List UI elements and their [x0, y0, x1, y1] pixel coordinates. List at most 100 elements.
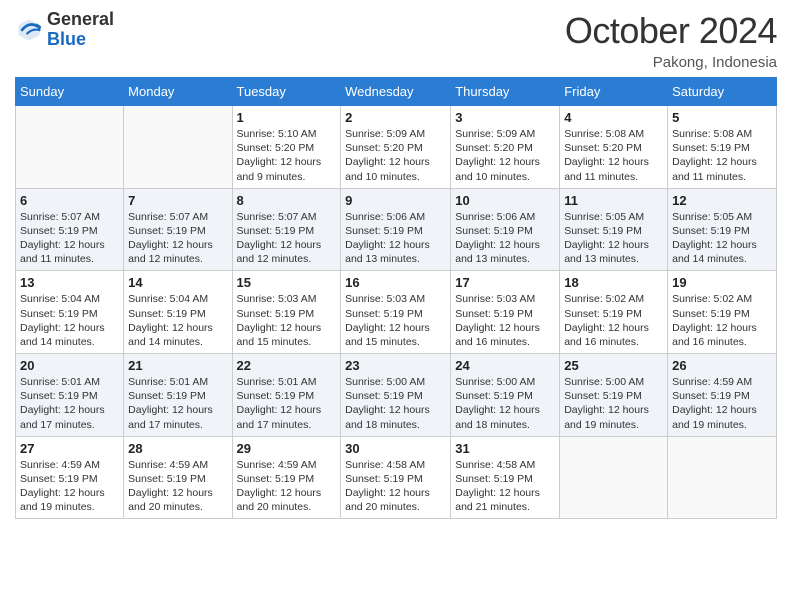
day-number: 19 [672, 275, 772, 290]
day-number: 22 [237, 358, 337, 373]
day-info: Sunrise: 5:04 AMSunset: 5:19 PMDaylight:… [128, 292, 227, 349]
calendar-cell: 5Sunrise: 5:08 AMSunset: 5:19 PMDaylight… [668, 106, 777, 189]
day-number: 6 [20, 193, 119, 208]
calendar-week-row: 6 Sunrise: 5:07 AMSunset: 5:19 PMDaylight… [16, 188, 777, 271]
day-number: 15 [237, 275, 337, 290]
day-number: 1 [237, 110, 337, 125]
calendar-cell [560, 436, 668, 519]
logo-blue: Blue [47, 30, 114, 50]
day-info: Sunrise: 5:05 AMSunset: 5:19 PMDaylight:… [564, 210, 663, 267]
logo-text: General Blue [47, 10, 114, 50]
calendar-cell: 8Sunrise: 5:07 AMSunset: 5:19 PMDaylight… [232, 188, 341, 271]
calendar-cell: 19 Sunrise: 5:02 AMSunset: 5:19 PMDayligh… [668, 271, 777, 354]
calendar-cell: 16 Sunrise: 5:03 AMSunset: 5:19 PMDayligh… [341, 271, 451, 354]
day-number: 16 [345, 275, 446, 290]
logo-icon [15, 16, 43, 44]
day-info: Sunrise: 4:59 AMSunset: 5:19 PMDaylight:… [237, 458, 337, 515]
calendar-cell: 13 Sunrise: 5:04 AMSunset: 5:19 PMDayligh… [16, 271, 124, 354]
day-info: Sunrise: 5:00 AMSunset: 5:19 PMDaylight:… [345, 375, 446, 432]
day-number: 30 [345, 441, 446, 456]
calendar-cell: 11 Sunrise: 5:05 AMSunset: 5:19 PMDayligh… [560, 188, 668, 271]
calendar-cell: 15Sunrise: 5:03 AMSunset: 5:19 PMDayligh… [232, 271, 341, 354]
day-info: Sunrise: 5:00 AMSunset: 5:19 PMDaylight:… [455, 375, 555, 432]
day-info: Sunrise: 5:07 AMSunset: 5:19 PMDaylight:… [20, 210, 119, 267]
day-info: Sunrise: 5:01 AMSunset: 5:19 PMDaylight:… [237, 375, 337, 432]
day-info: Sunrise: 5:03 AMSunset: 5:19 PMDaylight:… [345, 292, 446, 349]
calendar-cell: 18Sunrise: 5:02 AMSunset: 5:19 PMDayligh… [560, 271, 668, 354]
logo: General Blue [15, 10, 114, 50]
calendar-cell: 27Sunrise: 4:59 AMSunset: 5:19 PMDayligh… [16, 436, 124, 519]
day-number: 31 [455, 441, 555, 456]
calendar-cell: 17 Sunrise: 5:03 AMSunset: 5:19 PMDayligh… [451, 271, 560, 354]
calendar-cell: 21 Sunrise: 5:01 AMSunset: 5:19 PMDayligh… [124, 354, 232, 437]
weekday-header-friday: Friday [560, 78, 668, 106]
day-info: Sunrise: 4:59 AMSunset: 5:19 PMDaylight:… [20, 458, 119, 515]
day-number: 28 [128, 441, 227, 456]
day-info: Sunrise: 4:59 AMSunset: 5:19 PMDaylight:… [672, 375, 772, 432]
header: General Blue October 2024 Pakong, Indone… [15, 10, 777, 71]
calendar-week-row: 1 Sunrise: 5:10 AMSunset: 5:20 PMDaylight… [16, 106, 777, 189]
calendar-cell: 1 Sunrise: 5:10 AMSunset: 5:20 PMDaylight… [232, 106, 341, 189]
calendar-cell: 22 Sunrise: 5:01 AMSunset: 5:19 PMDayligh… [232, 354, 341, 437]
calendar-cell: 29 Sunrise: 4:59 AMSunset: 5:19 PMDayligh… [232, 436, 341, 519]
location: Pakong, Indonesia [565, 54, 777, 71]
day-number: 7 [128, 193, 227, 208]
day-number: 11 [564, 193, 663, 208]
calendar-cell: 2 Sunrise: 5:09 AMSunset: 5:20 PMDaylight… [341, 106, 451, 189]
day-info: Sunrise: 5:08 AMSunset: 5:20 PMDaylight:… [564, 127, 663, 184]
day-info: Sunrise: 5:10 AMSunset: 5:20 PMDaylight:… [237, 127, 337, 184]
day-number: 29 [237, 441, 337, 456]
calendar-cell: 30 Sunrise: 4:58 AMSunset: 5:19 PMDayligh… [341, 436, 451, 519]
calendar-cell: 25Sunrise: 5:00 AMSunset: 5:19 PMDayligh… [560, 354, 668, 437]
day-info: Sunrise: 5:01 AMSunset: 5:19 PMDaylight:… [128, 375, 227, 432]
day-info: Sunrise: 4:58 AMSunset: 5:19 PMDaylight:… [345, 458, 446, 515]
calendar-week-row: 27Sunrise: 4:59 AMSunset: 5:19 PMDayligh… [16, 436, 777, 519]
day-number: 17 [455, 275, 555, 290]
calendar-cell: 31Sunrise: 4:58 AMSunset: 5:19 PMDayligh… [451, 436, 560, 519]
calendar-cell: 9Sunrise: 5:06 AMSunset: 5:19 PMDaylight… [341, 188, 451, 271]
weekday-header-sunday: Sunday [16, 78, 124, 106]
day-number: 25 [564, 358, 663, 373]
calendar-cell: 23 Sunrise: 5:00 AMSunset: 5:19 PMDayligh… [341, 354, 451, 437]
title-area: October 2024 Pakong, Indonesia [565, 10, 777, 71]
calendar-week-row: 20 Sunrise: 5:01 AMSunset: 5:19 PMDayligh… [16, 354, 777, 437]
day-number: 2 [345, 110, 446, 125]
calendar-cell: 26 Sunrise: 4:59 AMSunset: 5:19 PMDayligh… [668, 354, 777, 437]
calendar-cell [16, 106, 124, 189]
day-info: Sunrise: 5:02 AMSunset: 5:19 PMDaylight:… [672, 292, 772, 349]
day-number: 5 [672, 110, 772, 125]
calendar-cell: 28 Sunrise: 4:59 AMSunset: 5:19 PMDayligh… [124, 436, 232, 519]
weekday-header-monday: Monday [124, 78, 232, 106]
day-info: Sunrise: 5:09 AMSunset: 5:20 PMDaylight:… [345, 127, 446, 184]
day-info: Sunrise: 5:07 AMSunset: 5:19 PMDaylight:… [237, 210, 337, 267]
day-info: Sunrise: 5:02 AMSunset: 5:19 PMDaylight:… [564, 292, 663, 349]
day-info: Sunrise: 5:09 AMSunset: 5:20 PMDaylight:… [455, 127, 555, 184]
page: General Blue October 2024 Pakong, Indone… [0, 0, 792, 612]
day-info: Sunrise: 5:03 AMSunset: 5:19 PMDaylight:… [455, 292, 555, 349]
calendar-week-row: 13 Sunrise: 5:04 AMSunset: 5:19 PMDayligh… [16, 271, 777, 354]
day-info: Sunrise: 5:06 AMSunset: 5:19 PMDaylight:… [345, 210, 446, 267]
calendar-cell: 10 Sunrise: 5:06 AMSunset: 5:19 PMDayligh… [451, 188, 560, 271]
day-number: 21 [128, 358, 227, 373]
day-info: Sunrise: 5:05 AMSunset: 5:19 PMDaylight:… [672, 210, 772, 267]
day-number: 26 [672, 358, 772, 373]
day-info: Sunrise: 5:04 AMSunset: 5:19 PMDaylight:… [20, 292, 119, 349]
calendar-cell: 12 Sunrise: 5:05 AMSunset: 5:19 PMDayligh… [668, 188, 777, 271]
day-number: 23 [345, 358, 446, 373]
calendar-cell: 14 Sunrise: 5:04 AMSunset: 5:19 PMDayligh… [124, 271, 232, 354]
day-number: 12 [672, 193, 772, 208]
calendar-cell: 20Sunrise: 5:01 AMSunset: 5:19 PMDayligh… [16, 354, 124, 437]
day-info: Sunrise: 5:06 AMSunset: 5:19 PMDaylight:… [455, 210, 555, 267]
day-number: 13 [20, 275, 119, 290]
day-number: 20 [20, 358, 119, 373]
day-info: Sunrise: 4:59 AMSunset: 5:19 PMDaylight:… [128, 458, 227, 515]
calendar-table: SundayMondayTuesdayWednesdayThursdayFrid… [15, 77, 777, 519]
weekday-header-wednesday: Wednesday [341, 78, 451, 106]
calendar-cell: 6 Sunrise: 5:07 AMSunset: 5:19 PMDaylight… [16, 188, 124, 271]
day-number: 14 [128, 275, 227, 290]
day-number: 24 [455, 358, 555, 373]
day-number: 4 [564, 110, 663, 125]
day-number: 3 [455, 110, 555, 125]
day-number: 10 [455, 193, 555, 208]
calendar-cell: 24 Sunrise: 5:00 AMSunset: 5:19 PMDayligh… [451, 354, 560, 437]
